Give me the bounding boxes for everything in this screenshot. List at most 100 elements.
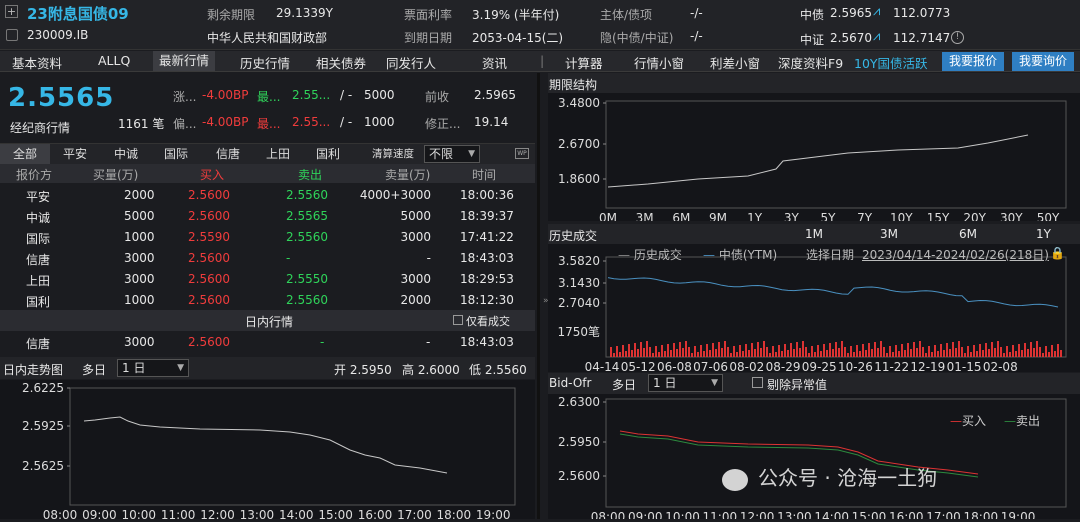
volume-bar [868, 343, 870, 357]
bond-title: 23附息国债09 [27, 5, 129, 23]
table-row[interactable]: 中诚 5000 2.5600 2.5565 5000 18:39:37 [0, 206, 535, 227]
table-row[interactable]: 上田 3000 2.5600 2.5550 3000 18:29:53 [0, 269, 535, 290]
hist-legend-1: — 历史成交 [618, 246, 682, 263]
date-label: 选择日期 [806, 248, 855, 262]
x-tick-label: 20Y [963, 211, 986, 221]
broker-tab-guoji[interactable]: 国际 [164, 144, 188, 165]
intraday-time: 18:43:03 [460, 335, 514, 349]
inquiry-button[interactable]: 我要询价 [1012, 52, 1075, 71]
x-tick-label: 30Y [1000, 211, 1023, 221]
volume-bar [880, 341, 882, 357]
lock-icon[interactable]: 🔒 [1050, 246, 1065, 260]
cell-ask: - [286, 251, 291, 265]
volume-bar [1054, 351, 1056, 357]
volume-bar [862, 344, 864, 357]
date-range[interactable]: 2023/04/14-2024/02/26(218日) [862, 246, 1049, 263]
trend-open: 开 2.5950 [334, 363, 392, 377]
volume-bar [913, 342, 915, 357]
range-3m[interactable]: 3M [880, 227, 898, 241]
hist-toolbar: 历史成交 1M 3M 6M 1Y [548, 224, 1080, 244]
volume-bar [622, 345, 624, 357]
volume-bar [772, 346, 774, 357]
volume-bar [979, 344, 981, 357]
add-icon[interactable]: + [5, 5, 18, 18]
zz-price: 112.0773 [893, 6, 951, 20]
col-ask: 卖出 [298, 168, 323, 182]
table-row[interactable]: 平安 2000 2.5600 2.5560 4000+3000 18:00:36 [0, 185, 535, 206]
remain-label: 剩余期限 [207, 8, 256, 22]
quote-button[interactable]: 我要报价 [942, 52, 1005, 71]
broker-tab-all[interactable]: 全部 [0, 144, 50, 165]
volume-bar [619, 352, 621, 357]
x-tick-label: 13:00 [777, 510, 812, 519]
volume-bar [994, 348, 996, 357]
tab-basic[interactable]: 基本资料 [12, 53, 62, 72]
volume-bar [781, 351, 783, 357]
y-tick-label: 1.8600 [558, 172, 600, 186]
tab-deep-f9[interactable]: 深度资料F9 [778, 53, 843, 72]
range-1m[interactable]: 1M [805, 227, 823, 241]
broker-tab-pingan[interactable]: 平安 [63, 144, 87, 165]
x-tick-label: 7Y [857, 211, 873, 221]
x-tick-label: 07-06 [693, 360, 728, 372]
remove-outlier-label: 剔除异常值 [767, 378, 828, 392]
volume-bar [685, 341, 687, 357]
tab-allq[interactable]: ALLQ [98, 53, 130, 68]
tab-quote-window[interactable]: 行情小窗 [634, 53, 684, 72]
table-row[interactable]: 信唐 3000 2.5600 - - 18:43:03 [0, 248, 535, 269]
x-tick-label: 10:00 [121, 508, 156, 519]
tab-news[interactable]: 资讯 [482, 53, 507, 72]
intraday-row[interactable]: 信唐 3000 2.5600 - - 18:43:03 [0, 332, 535, 353]
trend-period-dropdown[interactable]: 1 日 ▼ [117, 359, 189, 377]
volume-bar [727, 347, 729, 357]
wechat-icon [722, 468, 748, 491]
tab-spread-window[interactable]: 利差小窗 [710, 53, 760, 72]
range-6m[interactable]: 6M [959, 227, 977, 241]
x-tick-label: 50Y [1037, 211, 1060, 221]
cell-time: 18:39:37 [460, 209, 514, 223]
volume-bar [802, 341, 804, 357]
only-deal-checkbox[interactable] [453, 315, 463, 325]
intraday-ask-vol: - [426, 335, 431, 349]
range-1y[interactable]: 1Y [1036, 227, 1051, 241]
coupon-label: 票面利率 [404, 8, 453, 22]
trend-period-label: 多日 [82, 363, 107, 377]
info-icon[interactable]: ! [951, 31, 964, 44]
cell-ask: 2.5550 [286, 272, 328, 286]
broker-tab-shangtian[interactable]: 上田 [266, 144, 290, 165]
x-tick-label: 9M [709, 211, 727, 221]
x-tick-label: 5Y [821, 211, 837, 221]
table-row[interactable]: 国利 1000 2.5600 2.5560 2000 18:12:30 [0, 290, 535, 311]
only-deal-label: 仅看成交 [466, 315, 510, 328]
cell-ask: 2.5560 [286, 293, 328, 307]
tab-related[interactable]: 相关债券 [316, 53, 366, 72]
volume-bar [625, 351, 627, 357]
bond-header: + 23附息国债09 230009.IB 剩余期限 29.1339Y 中华人民共… [0, 0, 1080, 50]
volume-bar [703, 351, 705, 357]
volume-bar [751, 343, 753, 357]
speed-dropdown[interactable]: 不限 ▼ [424, 145, 480, 163]
bell-icon[interactable] [6, 29, 18, 41]
x-tick-label: 10-26 [838, 360, 873, 372]
table-row[interactable]: 国际 1000 2.5590 2.5560 3000 17:41:22 [0, 227, 535, 248]
trend-icon[interactable]: ⩘ [873, 4, 880, 19]
cell-broker: 中诚 [26, 211, 51, 225]
trend-icon[interactable]: ⩘ [873, 29, 880, 44]
splitter[interactable] [537, 73, 540, 519]
bidofr-period-dropdown[interactable]: 1 日 ▼ [648, 374, 723, 392]
volume-bar [1024, 343, 1026, 357]
broker-tab-xintang[interactable]: 信唐 [216, 144, 240, 165]
tab-calculator[interactable]: 计算器 [565, 53, 603, 72]
tab-latest[interactable]: 最新行情 [153, 51, 216, 71]
trend-toolbar: 日内走势图 多日 1 日 ▼ 开 2.5950 高 2.6000 低 2.5560 [0, 357, 535, 379]
tab-history[interactable]: 历史行情 [240, 53, 290, 72]
remove-outlier-checkbox[interactable] [752, 377, 763, 388]
window-icon[interactable]: WP [515, 148, 529, 159]
col-ask-vol: 卖量(万) [385, 168, 431, 182]
remain-value: 29.1339Y [276, 6, 333, 20]
tab-10y-active[interactable]: 10Y国债活跃 [854, 53, 928, 72]
broker-tab-zhongcheng[interactable]: 中诚 [114, 144, 138, 165]
tab-same-issuer[interactable]: 同发行人 [386, 53, 436, 72]
broker-tab-guoli[interactable]: 国利 [316, 144, 340, 165]
volume-bar [730, 353, 732, 357]
